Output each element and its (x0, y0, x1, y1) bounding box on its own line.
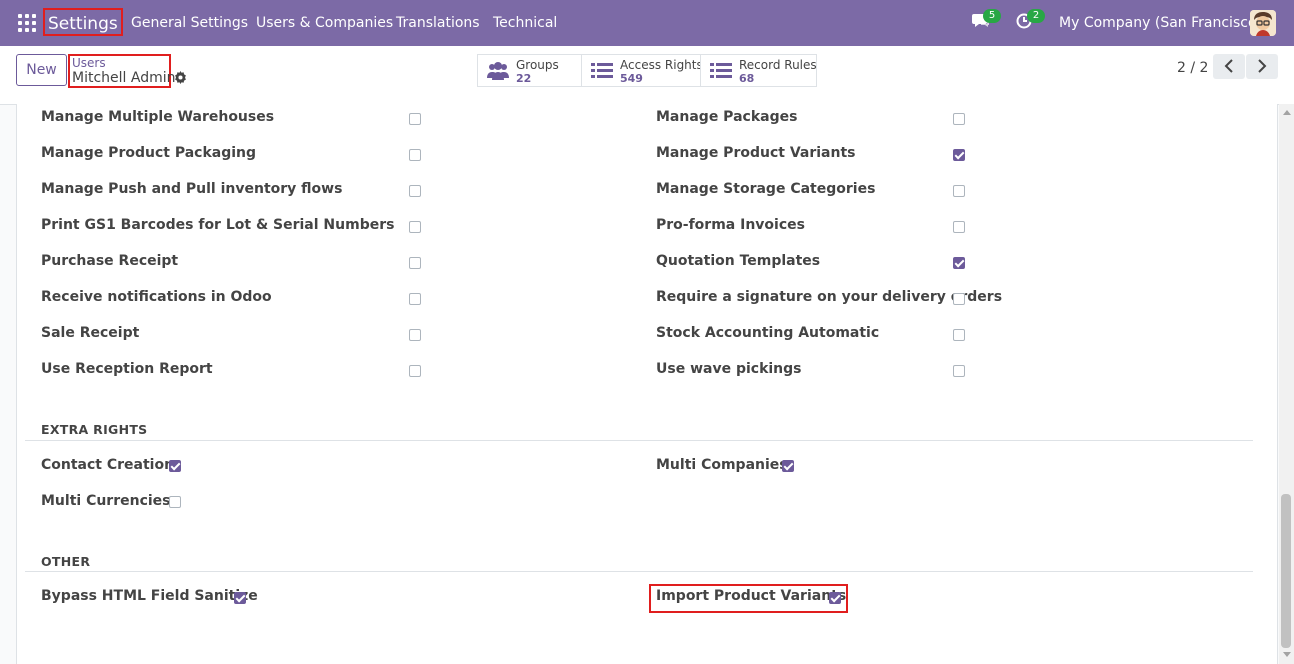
access-rights-stat-label: Access Rights (620, 58, 703, 72)
groups-stat-button[interactable]: Groups 22 (477, 54, 582, 87)
menu-technical[interactable]: Technical (493, 0, 557, 46)
section-divider (25, 571, 1253, 572)
scrollbar-thumb[interactable] (1281, 494, 1291, 648)
section-title-other: OTHER (41, 554, 91, 569)
scroll-down-arrow-icon[interactable] (1283, 652, 1291, 657)
breadcrumb: Users Mitchell Admin (68, 54, 176, 88)
list-icon (591, 61, 613, 81)
access-rights-stat-value: 549 (620, 72, 643, 85)
right-label: Use wave pickings (656, 361, 802, 377)
checkbox-manage-push-pull-flows[interactable] (409, 185, 421, 197)
activities-clock-icon[interactable]: 2 (1016, 9, 1045, 33)
app-menu-grid-icon[interactable] (18, 14, 36, 32)
right-label: Manage Packages (656, 109, 798, 125)
new-button[interactable]: New (16, 54, 67, 86)
right-label: Bypass HTML Field Sanitize (41, 588, 258, 604)
checkbox-bypass-html-sanitize[interactable] (234, 592, 246, 604)
record-rules-stat-label: Record Rules (739, 58, 817, 72)
checkbox-manage-packages[interactable] (953, 113, 965, 125)
record-rules-stat-value: 68 (739, 72, 755, 85)
company-switcher[interactable]: My Company (San Francisco) (1059, 0, 1262, 46)
control-panel: New Users Mitchell Admin Groups 22 Acces… (0, 46, 1294, 105)
checkbox-use-reception-report[interactable] (409, 365, 421, 377)
menu-general-settings[interactable]: General Settings (131, 0, 248, 46)
right-label: Print GS1 Barcodes for Lot & Serial Numb… (41, 217, 395, 233)
right-label: Manage Multiple Warehouses (41, 109, 275, 125)
section-divider (25, 440, 1253, 441)
right-label: Manage Push and Pull inventory flows (41, 181, 343, 197)
checkbox-quotation-templates[interactable] (953, 257, 965, 269)
right-label: Require a signature on your delivery ord… (656, 289, 1003, 305)
scroll-up-arrow-icon[interactable] (1283, 110, 1291, 115)
breadcrumb-users-link[interactable]: Users (72, 56, 106, 70)
checkbox-contact-creation[interactable] (169, 460, 181, 472)
section-title-extra-rights: EXTRA RIGHTS (41, 422, 148, 437)
right-label: Multi Currencies (41, 493, 171, 509)
checkbox-stock-accounting-automatic[interactable] (953, 329, 965, 341)
checkbox-print-gs1-barcodes[interactable] (409, 221, 421, 233)
groups-stat-value: 22 (516, 72, 532, 85)
right-label: Manage Storage Categories (656, 181, 876, 197)
right-label: Import Product Variants (656, 588, 847, 604)
gear-icon[interactable] (174, 71, 187, 88)
right-label: Receive notifications in Odoo (41, 289, 272, 305)
checkbox-manage-multiple-warehouses[interactable] (409, 113, 421, 125)
users-group-icon (487, 61, 509, 81)
pager-previous-button[interactable] (1213, 54, 1245, 79)
right-label: Use Reception Report (41, 361, 213, 377)
record-rules-stat-button[interactable]: Record Rules 68 (700, 54, 817, 87)
checkbox-multi-companies[interactable] (782, 460, 794, 472)
breadcrumb-current-record: Mitchell Admin (72, 70, 176, 86)
checkbox-import-product-variants[interactable] (829, 592, 841, 604)
checkbox-sale-receipt[interactable] (409, 329, 421, 341)
checkbox-manage-product-packaging[interactable] (409, 149, 421, 161)
right-label: Manage Product Variants (656, 145, 856, 161)
pager-next-button[interactable] (1246, 54, 1278, 79)
right-label: Quotation Templates (656, 253, 821, 269)
groups-stat-label: Groups (516, 58, 559, 72)
right-label: Contact Creation (41, 457, 175, 473)
access-rights-stat-button[interactable]: Access Rights 549 (581, 54, 703, 87)
checkbox-receive-notifications[interactable] (409, 293, 421, 305)
right-label: Purchase Receipt (41, 253, 179, 269)
right-label: Sale Receipt (41, 325, 140, 341)
right-label: Manage Product Packaging (41, 145, 257, 161)
right-label: Pro-forma Invoices (656, 217, 805, 233)
app-brand-settings[interactable]: Settings (43, 8, 123, 36)
user-avatar[interactable] (1250, 10, 1276, 36)
pager-value[interactable]: 2 / 2 (1177, 60, 1208, 76)
messages-count-badge: 5 (983, 9, 1001, 23)
top-navbar: Settings General Settings Users & Compan… (0, 0, 1294, 46)
checkbox-require-signature[interactable] (953, 293, 965, 305)
checkbox-multi-currencies[interactable] (169, 496, 181, 508)
menu-translations[interactable]: Translations (396, 0, 480, 46)
checkbox-use-wave-pickings[interactable] (953, 365, 965, 377)
checkbox-manage-product-variants[interactable] (953, 149, 965, 161)
checkbox-manage-storage-categories[interactable] (953, 185, 965, 197)
activities-count-badge: 2 (1027, 9, 1045, 23)
right-label: Stock Accounting Automatic (656, 325, 880, 341)
right-label: Multi Companies (656, 457, 788, 473)
menu-users-companies[interactable]: Users & Companies (256, 0, 393, 46)
list-icon (710, 61, 732, 81)
messages-icon[interactable]: 5 (972, 9, 1001, 33)
checkbox-purchase-receipt[interactable] (409, 257, 421, 269)
checkbox-pro-forma-invoices[interactable] (953, 221, 965, 233)
